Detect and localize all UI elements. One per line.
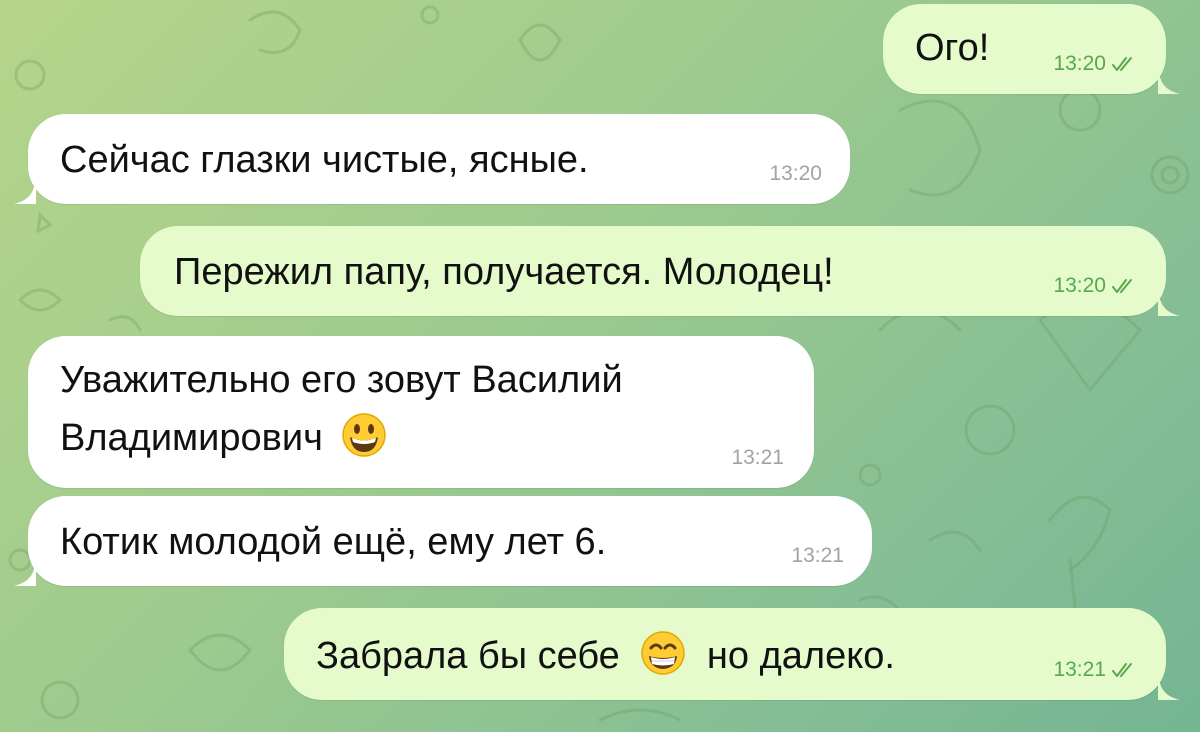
message-text-line: Уважительно его зовут Василий — [60, 359, 623, 401]
message-text: Сейчас глазки чистые, ясные. — [60, 139, 589, 181]
bubble-tail — [14, 178, 36, 204]
message-time: 13:21 — [731, 446, 784, 469]
message-bubble-outgoing[interactable]: Пережил папу, получается. Молодец! 13:20 — [140, 226, 1180, 316]
grinning-face-emoji — [342, 413, 387, 457]
bubble-tail — [1158, 290, 1180, 316]
message-meta: 13:20 — [1053, 275, 1138, 296]
read-double-check-icon — [1112, 662, 1132, 677]
bubble-tail — [14, 560, 36, 586]
message-bubble-outgoing[interactable]: Ого! 13:20 — [883, 4, 1180, 94]
message-time: 13:20 — [1053, 274, 1106, 297]
message-text: но далеко. — [706, 635, 895, 677]
message-meta: 13:20 — [769, 163, 822, 184]
bubble-tail — [1158, 68, 1180, 94]
message-bubble-outgoing[interactable]: Забрала бы себе но далеко. 13:21 — [284, 608, 1180, 700]
message-meta: 13:21 — [731, 447, 784, 468]
message-text: Владимирович — [60, 417, 323, 459]
message-bubble-incoming[interactable]: Котик молодой ещё, ему лет 6. 13:21 — [14, 496, 872, 586]
message-text: Забрала бы себе — [316, 635, 620, 677]
message-meta: 13:20 — [1053, 53, 1138, 74]
message-time: 13:20 — [769, 162, 822, 185]
message-time: 13:21 — [1053, 658, 1106, 681]
message-meta: 13:21 — [791, 545, 844, 566]
read-double-check-icon — [1112, 278, 1132, 293]
bubble-tail — [1158, 674, 1180, 700]
message-text: Пережил папу, получается. Молодец! — [174, 251, 834, 293]
message-text-line: Владимирович — [60, 412, 814, 462]
message-time: 13:21 — [791, 544, 844, 567]
message-text: Ого! — [915, 27, 990, 69]
beaming-face-emoji — [641, 631, 686, 675]
message-text: Котик молодой ещё, ему лет 6. — [60, 521, 607, 563]
message-meta: 13:21 — [1053, 659, 1138, 680]
message-time: 13:20 — [1053, 52, 1106, 75]
message-bubble-incoming[interactable]: Уважительно его зовут Василий Владимиров… — [28, 336, 814, 488]
message-bubble-incoming[interactable]: Сейчас глазки чистые, ясные. 13:20 — [14, 114, 850, 204]
read-double-check-icon — [1112, 56, 1132, 71]
